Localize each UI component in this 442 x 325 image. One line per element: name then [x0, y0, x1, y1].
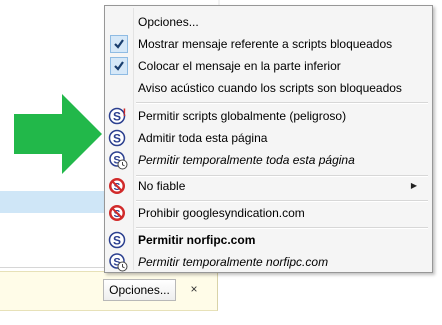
- noscript-allow-global-icon: S !: [108, 106, 128, 126]
- menu-item-opciones[interactable]: Opciones...: [107, 11, 430, 33]
- options-button[interactable]: Opciones...: [103, 279, 176, 301]
- noscript-untrusted-icon: S: [108, 176, 128, 196]
- menu-item-label: Colocar el mensaje en la parte inferior: [138, 59, 341, 73]
- noscript-forbid-icon: S: [108, 203, 128, 223]
- page-highlight-row: [0, 191, 110, 213]
- svg-text:S: S: [113, 110, 121, 124]
- menu-item-prohibir-googlesyndication[interactable]: S Prohibir googlesyndication.com: [107, 202, 430, 224]
- green-arrow-icon: [14, 94, 102, 174]
- noscript-context-menu: Opciones... Mostrar mensaje referente a …: [104, 5, 433, 273]
- svg-text:S: S: [113, 132, 121, 146]
- menu-item-label: Permitir norfipc.com: [138, 233, 256, 247]
- noscript-temp-allow-icon: S: [108, 150, 128, 170]
- screenshot-stage: Opciones... × Opciones... Mostrar mensaj…: [0, 0, 442, 325]
- menu-item-label: Aviso acústico cuando los scripts son bl…: [138, 81, 402, 95]
- svg-text:!: !: [123, 107, 127, 119]
- menu-item-label: No fiable: [138, 179, 186, 193]
- menu-item-aviso-acustico[interactable]: Aviso acústico cuando los scripts son bl…: [107, 77, 430, 99]
- menu-item-permitir-temporal-pagina[interactable]: S Permitir temporalmente toda esta págin…: [107, 149, 430, 171]
- noscript-allow-icon: S: [108, 230, 128, 250]
- svg-text:S: S: [113, 234, 121, 248]
- menu-item-label: Admitir toda esta página: [138, 131, 268, 145]
- noscript-temp-allow-icon: S: [108, 252, 128, 272]
- menu-item-no-fiable[interactable]: S No fiable ▶: [107, 175, 430, 197]
- menu-item-label: Permitir temporalmente toda esta página: [138, 153, 355, 167]
- page-divider: [0, 267, 110, 268]
- menu-item-permitir-norfipc[interactable]: S Permitir norfipc.com: [107, 229, 430, 251]
- noscript-allow-icon: S: [108, 128, 128, 148]
- menu-item-label: Opciones...: [138, 15, 199, 29]
- menu-item-colocar-mensaje[interactable]: Colocar el mensaje en la parte inferior: [107, 55, 430, 77]
- menu-item-admitir-pagina[interactable]: S Admitir toda esta página: [107, 127, 430, 149]
- submenu-arrow-icon: ▶: [410, 181, 417, 190]
- menu-item-label: Permitir temporalmente norfipc.com: [138, 255, 329, 269]
- menu-item-permitir-globalmente[interactable]: S ! Permitir scripts globalmente (peligr…: [107, 105, 430, 127]
- menu-item-label: Permitir scripts globalmente (peligroso): [138, 109, 347, 123]
- menu-item-permitir-temporal-norfipc[interactable]: S Permitir temporalmente norfipc.com: [107, 251, 430, 273]
- menu-item-label: Prohibir googlesyndication.com: [138, 206, 305, 220]
- checkmark-icon: [110, 35, 128, 53]
- menu-item-label: Mostrar mensaje referente a scripts bloq…: [138, 37, 393, 51]
- checkmark-icon: [110, 57, 128, 75]
- page-bottom: [0, 311, 442, 325]
- menu-item-mostrar-mensaje[interactable]: Mostrar mensaje referente a scripts bloq…: [107, 33, 430, 55]
- close-icon[interactable]: ×: [187, 281, 201, 297]
- menu-separator: [136, 102, 428, 104]
